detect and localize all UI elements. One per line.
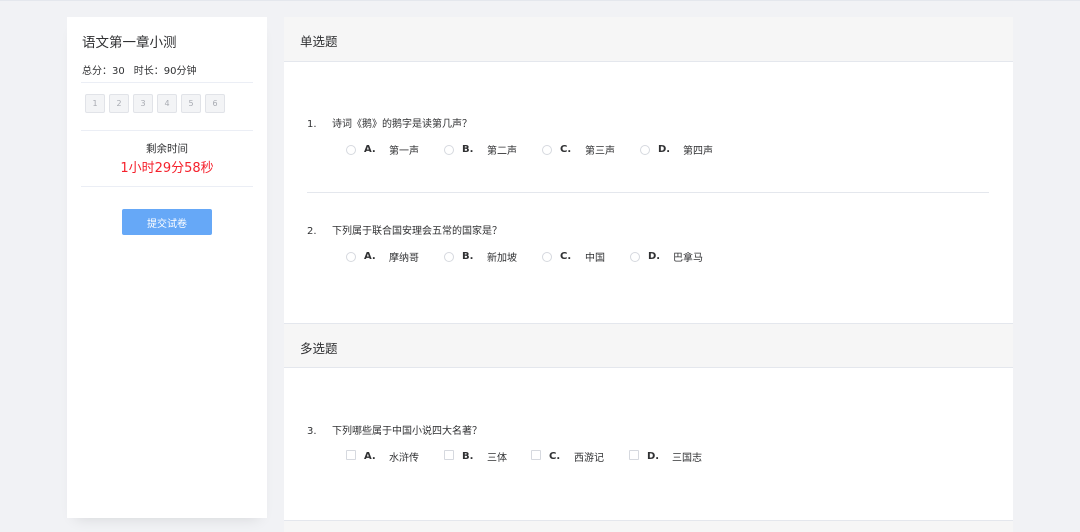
sidebar-divider (81, 186, 253, 187)
section-title: 多选题 (300, 341, 338, 356)
radio-button[interactable] (542, 251, 552, 262)
radio-button[interactable] (444, 144, 454, 155)
question-text: 下列哪些属于中国小说四大名著？ (332, 426, 482, 437)
timer-label: 剩余时间 (146, 143, 188, 155)
question-nav: 1 2 3 4 5 6 (85, 94, 225, 113)
exam-duration: 时长：90分钟 (133, 66, 197, 77)
question-panel: 单选题 1. 诗词《鹅》的鹅字是读第几声？ A. 第一声 B. 第二声 C. 第三声 D… (284, 17, 1013, 532)
checkbox[interactable] (346, 449, 356, 460)
question-nav-button[interactable]: 1 (85, 94, 105, 113)
question-nav-button[interactable]: 4 (157, 94, 177, 113)
radio-button[interactable] (444, 251, 454, 262)
question-number: 1. (307, 119, 317, 130)
checkbox[interactable] (629, 449, 639, 460)
option-c[interactable]: C. 西游记 (531, 449, 629, 464)
radio-button[interactable] (346, 251, 356, 262)
radio-button[interactable] (346, 144, 356, 155)
option-group: A. 水浒传 B. 三体 C. 西游记 D. 三国志 (346, 449, 702, 464)
exam-title: 语文第一章小测 (82, 35, 177, 51)
radio-button[interactable] (640, 144, 650, 155)
section-header-single: 单选题 (284, 17, 1013, 62)
question-number: 3. (307, 426, 317, 437)
option-b[interactable]: B. 三体 (444, 449, 531, 464)
option-d[interactable]: D. 三国志 (629, 449, 702, 464)
checkbox[interactable] (531, 449, 541, 460)
option-a[interactable]: A. 水浒传 (346, 449, 444, 464)
question-nav-button[interactable]: 6 (205, 94, 225, 113)
question-nav-button[interactable]: 3 (133, 94, 153, 113)
option-group: A. 第一声 B. 第二声 C. 第三声 D. 第四声 (346, 142, 713, 157)
option-c[interactable]: C. 中国 (542, 249, 630, 264)
question-number: 2. (307, 226, 317, 237)
radio-button[interactable] (630, 251, 640, 262)
total-score: 总分：30 (82, 66, 125, 77)
sidebar-divider (81, 82, 253, 83)
question-text: 诗词《鹅》的鹅字是读第几声？ (332, 119, 472, 130)
checkbox[interactable] (444, 449, 454, 460)
top-border (0, 0, 1080, 1)
section-title: 单选题 (300, 34, 338, 49)
option-d[interactable]: D. 第四声 (640, 142, 713, 157)
question-nav-button[interactable]: 5 (181, 94, 201, 113)
question-text: 下列属于联合国安理会五常的国家是？ (332, 226, 502, 237)
option-c[interactable]: C. 第三声 (542, 142, 640, 157)
option-a[interactable]: A. 第一声 (346, 142, 444, 157)
option-group: A. 摩纳哥 B. 新加坡 C. 中国 D. 巴拿马 (346, 249, 703, 264)
sidebar-divider (81, 130, 253, 131)
question-divider (307, 192, 989, 193)
submit-exam-button[interactable]: 提交试卷 (122, 209, 212, 235)
radio-button[interactable] (542, 144, 552, 155)
exam-sidebar: 语文第一章小测 总分：30 时长：90分钟 1 2 3 4 5 6 剩余时间 1小… (67, 17, 267, 518)
section-header-next (284, 520, 1013, 532)
option-d[interactable]: D. 巴拿马 (630, 249, 703, 264)
option-b[interactable]: B. 新加坡 (444, 249, 542, 264)
exam-meta: 总分：30 时长：90分钟 (82, 62, 196, 77)
timer-value: 1小时29分58秒 (120, 161, 214, 176)
section-header-multi: 多选题 (284, 323, 1013, 368)
option-a[interactable]: A. 摩纳哥 (346, 249, 444, 264)
option-b[interactable]: B. 第二声 (444, 142, 542, 157)
question-nav-button[interactable]: 2 (109, 94, 129, 113)
